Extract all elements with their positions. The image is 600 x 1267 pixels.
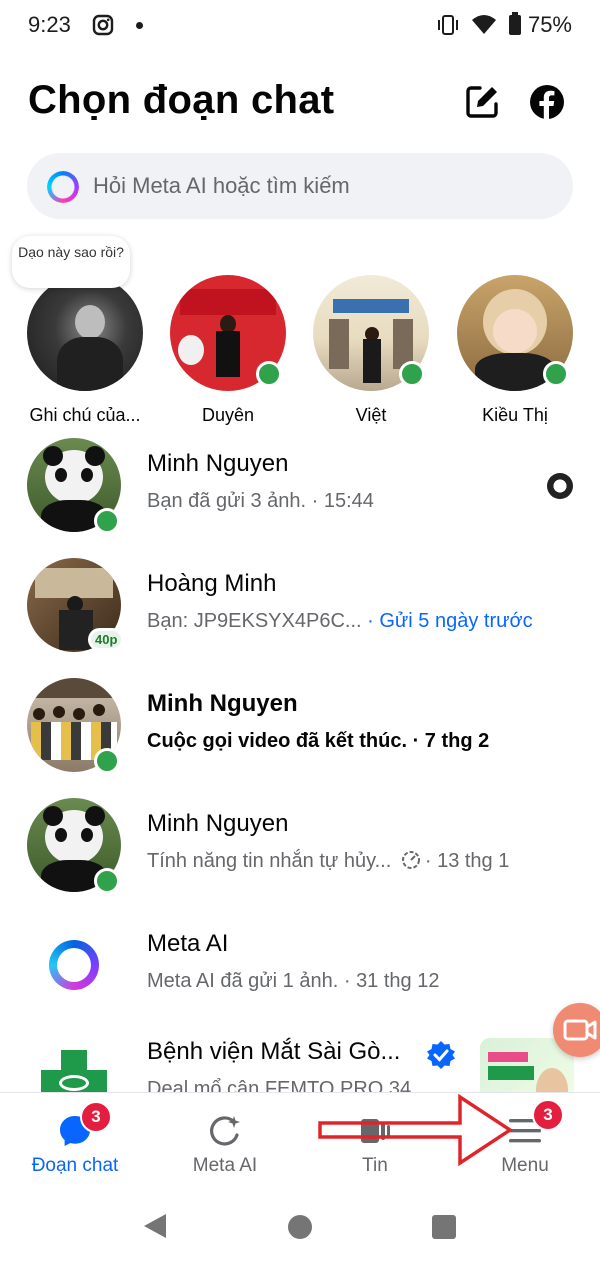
story-item-duyen[interactable]: Duyên: [168, 275, 288, 426]
chat-message: Bạn đã gửi 3 ảnh. · 15:44: [147, 490, 374, 512]
avatar: [27, 275, 143, 391]
compose-icon[interactable]: [462, 82, 502, 122]
chat-message-wrap: Tính năng tin nhắn tự hủy... · 13 thg 1: [147, 850, 509, 873]
chat-message: Meta AI đã gửi 1 ảnh. · 31 thg 12: [147, 970, 440, 992]
page-title: Chọn đoạn chat: [28, 78, 335, 122]
chat-name: Hoàng Minh: [147, 570, 277, 597]
chat-row-minh-nguyen-3[interactable]: Minh Nguyen Tính năng tin nhắn tự hủy...…: [0, 798, 600, 918]
online-indicator: [399, 361, 425, 387]
online-indicator: [94, 868, 120, 894]
floating-video-call-button[interactable]: [553, 1003, 600, 1057]
active-time-badge: 40p: [88, 628, 125, 651]
recents-icon[interactable]: [432, 1215, 456, 1239]
chat-name: Minh Nguyen: [147, 450, 289, 477]
chat-time: · 13 thg 1: [424, 850, 510, 872]
online-indicator: [94, 508, 120, 534]
system-navigation-bar: [0, 1182, 600, 1267]
chat-name: Minh Nguyen: [147, 810, 289, 837]
story-item-own-note[interactable]: Ghi chú của...: [25, 275, 145, 426]
back-icon[interactable]: [142, 1212, 168, 1240]
nav-badge: 3: [532, 1099, 564, 1131]
chat-row-minh-nguyen-1[interactable]: Minh Nguyen Bạn đã gửi 3 ảnh. · 15:44: [0, 438, 600, 558]
battery-icon: [509, 12, 521, 35]
nav-badge: 3: [80, 1101, 112, 1133]
chat-time: · Gửi 5 ngày trước: [361, 610, 533, 632]
video-camera-icon: [563, 1019, 597, 1041]
story-name: Việt: [355, 405, 387, 425]
chat-name: Bệnh viện Mắt Sài Gò...: [147, 1038, 401, 1065]
meta-ai-icon: [47, 171, 79, 203]
chat-name: Minh Nguyen: [147, 690, 298, 717]
search-placeholder: Hỏi Meta AI hoặc tìm kiếm: [93, 173, 350, 198]
status-bar: 9:23 75%: [0, 0, 600, 52]
story-name: Duyên: [201, 405, 255, 425]
nav-label: Đoạn chat: [31, 1155, 119, 1176]
meta-ai-avatar: [27, 918, 121, 1012]
home-icon[interactable]: [288, 1215, 312, 1239]
nav-label: Meta AI: [192, 1155, 258, 1176]
story-item-kieu-thi[interactable]: Kiều Thị: [455, 275, 575, 426]
online-indicator: [256, 361, 282, 387]
disappearing-timer-icon: [401, 851, 420, 869]
chat-message: Cuộc gọi video đã kết thúc. · 7 thg 2: [147, 730, 490, 752]
chat-row-minh-nguyen-2[interactable]: Minh Nguyen Cuộc gọi video đã kết thúc. …: [0, 678, 600, 798]
battery-percent: 75%: [527, 12, 572, 37]
nav-tab-chats[interactable]: 3 Đoạn chat: [0, 1093, 150, 1183]
verified-badge-icon: [427, 1041, 455, 1069]
chat-message-wrap: Bạn: JP9EKSYX4P6C... · Gửi 5 ngày trước: [147, 610, 533, 633]
status-time: 9:23: [28, 12, 71, 37]
nav-tab-meta-ai[interactable]: Meta AI: [150, 1093, 300, 1183]
chat-message: Bạn: JP9EKSYX4P6C...: [147, 610, 362, 632]
note-bubble[interactable]: Dạo này sao rồi?: [12, 236, 130, 288]
annotation-arrow: [318, 1093, 514, 1167]
story-name: Ghi chú của...: [29, 405, 141, 425]
notification-dot-icon: [136, 22, 143, 29]
read-receipt-avatar: [547, 473, 573, 499]
search-bar[interactable]: Hỏi Meta AI hoặc tìm kiếm: [27, 153, 573, 219]
facebook-icon[interactable]: [527, 82, 567, 122]
vibrate-icon: [438, 15, 458, 35]
online-indicator: [94, 748, 120, 774]
wifi-icon: [472, 15, 496, 34]
story-name: Kiều Thị: [482, 405, 548, 425]
story-item-viet[interactable]: Việt: [311, 275, 431, 426]
instagram-icon: [92, 14, 114, 36]
online-indicator: [543, 361, 569, 387]
chat-message: Tính năng tin nhắn tự hủy...: [147, 850, 392, 872]
meta-ai-sparkle-icon: [210, 1116, 240, 1146]
chat-row-hoang-minh[interactable]: 40p Hoàng Minh Bạn: JP9EKSYX4P6C... · Gử…: [0, 558, 600, 678]
chat-name: Meta AI: [147, 930, 229, 957]
